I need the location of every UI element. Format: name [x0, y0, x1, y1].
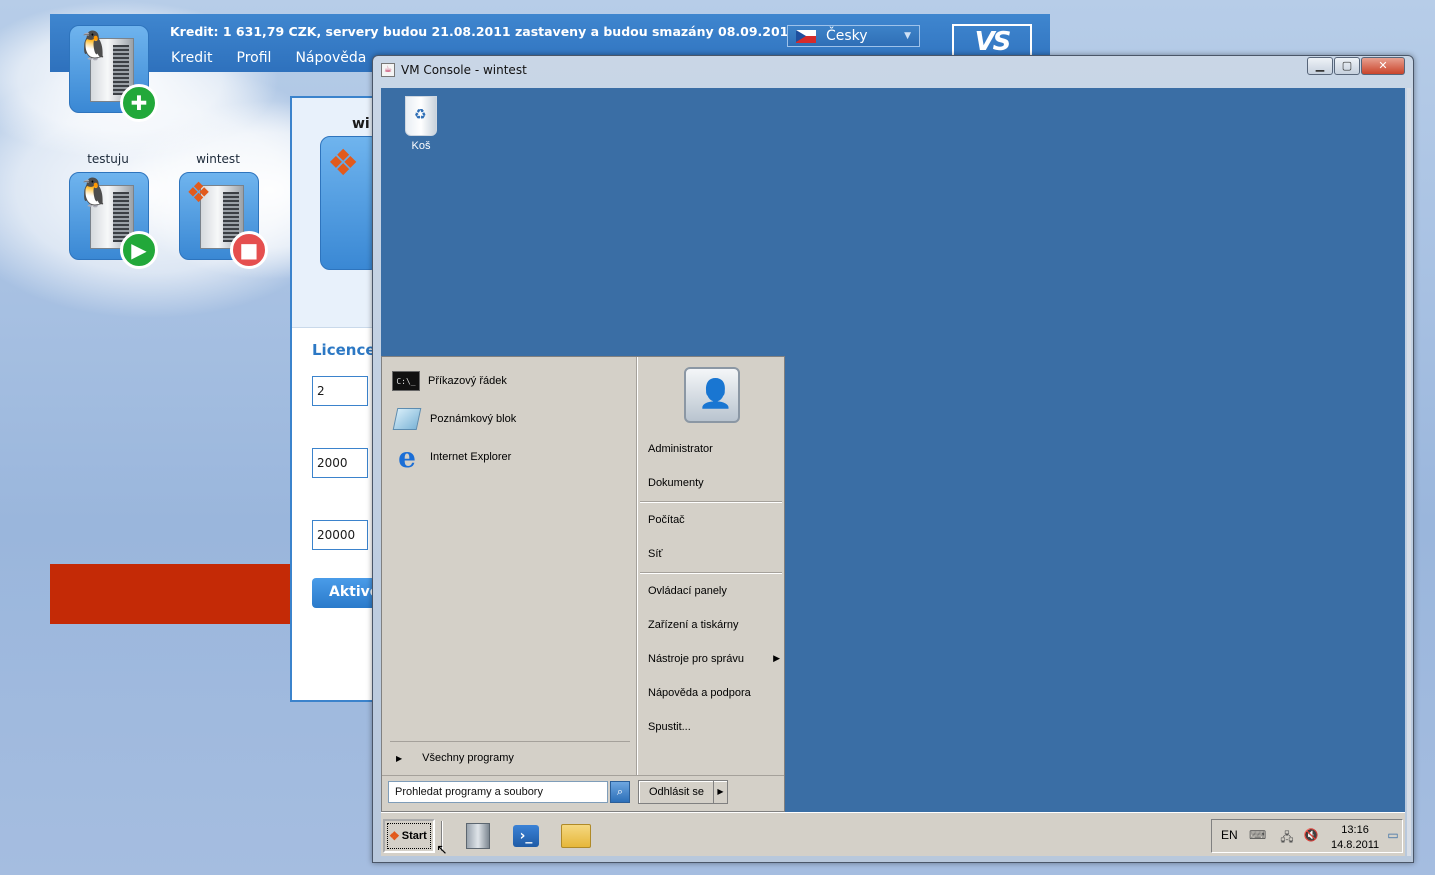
server-detail-panel: wi ❖ Licence 2 2000 20000 Aktivo — [290, 96, 380, 702]
start-item-ie[interactable]: e Internet Explorer — [392, 440, 512, 474]
server-manager-icon — [466, 823, 490, 849]
nav-item-napoveda[interactable]: Nápověda — [295, 50, 366, 66]
panel-title: wi — [352, 116, 370, 132]
show-desktop-icon[interactable]: ▭ — [1385, 828, 1401, 842]
vm-desktop[interactable]: Koš C:\_ Příkazový řádek Poznámkový blok… — [381, 88, 1405, 856]
windows-logo-icon: ❖ — [327, 143, 360, 184]
command-prompt-icon: C:\_ — [392, 371, 420, 391]
search-icon[interactable]: ⌕ — [610, 781, 630, 803]
java-icon: ☕ — [381, 63, 395, 77]
start-menu-footer: Prohledat programy a soubory ⌕ Odhlásit … — [382, 775, 784, 811]
windows-flag-icon: ❖ — [389, 829, 400, 843]
server-label: testuju — [87, 152, 129, 166]
powershell-icon: ›_ — [513, 825, 539, 847]
language-indicator[interactable]: EN — [1221, 828, 1238, 842]
start-item-cmd[interactable]: C:\_ Příkazový řádek — [392, 365, 507, 397]
places-item-admin-tools[interactable]: Nástroje pro správu ▶ — [648, 653, 782, 665]
play-icon[interactable]: ▶ — [120, 231, 158, 269]
credit-text: Kredit: 1 631,79 CZK, servery budou 21.0… — [170, 24, 798, 39]
nav-item-kredit[interactable]: Kredit — [171, 50, 213, 66]
logoff-label: Odhlásit se — [649, 786, 705, 798]
menu-separator — [640, 572, 782, 574]
start-item-label: Příkazový řádek — [428, 375, 507, 387]
linux-penguin-icon: 🐧 — [76, 29, 111, 62]
menu-separator — [640, 501, 782, 503]
vm-console-window: ☕ VM Console - wintest ▁ ▢ ✕ Koš C:\_ Př… — [372, 55, 1414, 863]
clock-time: 13:16 — [1341, 824, 1369, 836]
all-programs-label: Všechny programy — [422, 752, 514, 764]
places-item-documents[interactable]: Dokumenty — [648, 477, 782, 489]
window-title: VM Console - wintest — [401, 63, 527, 77]
places-item-devices-printers[interactable]: Zařízení a tiskárny — [648, 619, 782, 631]
recycle-bin-shortcut[interactable]: Koš — [399, 96, 443, 152]
licence-heading: Licence — [312, 341, 376, 359]
scrollbar[interactable] — [1407, 88, 1411, 856]
plus-icon: ✚ — [120, 84, 158, 122]
credit-status: Kredit: 1 631,79 CZK, servery budou 21.0… — [170, 24, 810, 39]
notepad-icon — [392, 406, 422, 432]
main-nav: Kredit Profil Nápověda — [171, 50, 366, 66]
network-icon[interactable]: 🖧 — [1279, 828, 1295, 844]
clock-date: 14.8.2011 — [1331, 839, 1380, 851]
add-server-button[interactable]: 🐧 ✚ — [69, 25, 158, 122]
start-label: Start — [401, 830, 427, 842]
desktop-icon-label: Koš — [411, 140, 431, 152]
quicklaunch-explorer[interactable] — [561, 823, 591, 849]
start-item-label: Poznámkový blok — [430, 413, 517, 425]
volume-muted-icon[interactable]: 🔇 — [1303, 828, 1319, 842]
stop-icon[interactable]: ■ — [230, 231, 268, 269]
licence-input-1[interactable]: 2 — [312, 376, 368, 406]
all-programs-item[interactable]: ▶ Všechny programy — [390, 741, 630, 764]
licence-input-3[interactable]: 20000 — [312, 520, 368, 550]
start-item-label: Internet Explorer — [430, 451, 512, 463]
taskbar: ❖ Start ›_ EN ⌨ 🖧 🔇 13:16 14.8.2011 ▭ — [381, 812, 1405, 856]
server-tile-large: ❖ — [320, 136, 380, 270]
start-menu-programs: C:\_ Příkazový řádek Poznámkový blok e I… — [382, 357, 636, 775]
start-search-input[interactable]: Prohledat programy a soubory — [388, 781, 608, 803]
recycle-bin-icon — [405, 96, 437, 136]
places-item-computer[interactable]: Počítač — [648, 514, 782, 526]
windows-logo-icon: ❖ — [186, 176, 212, 209]
activate-button[interactable]: Aktivo — [312, 578, 374, 608]
alert-banner — [50, 564, 295, 624]
start-menu: C:\_ Příkazový řádek Poznámkový blok e I… — [381, 356, 785, 812]
places-item-network[interactable]: Síť — [648, 548, 782, 560]
places-item-administrator[interactable]: Administrator — [648, 443, 782, 455]
chevron-down-icon: ▼ — [904, 31, 911, 41]
logoff-button[interactable]: Odhlásit se ▶ — [638, 780, 728, 804]
start-button[interactable]: ❖ Start — [383, 819, 435, 853]
places-item-help[interactable]: Nápověda a podpora — [648, 687, 782, 699]
arrow-right-icon: ▶ — [396, 754, 403, 763]
server-label: wintest — [196, 152, 240, 166]
linux-penguin-icon: 🐧 — [76, 176, 111, 209]
server-tile-wintest[interactable]: ❖ ■ — [179, 172, 268, 269]
minimize-button[interactable]: ▁ — [1307, 57, 1333, 75]
start-menu-places: Administrator Dokumenty Počítač Síť Ovlá… — [638, 357, 784, 775]
user-avatar-icon[interactable] — [684, 367, 740, 423]
places-item-control-panel[interactable]: Ovládací panely — [648, 585, 782, 597]
taskbar-clock[interactable]: 13:16 14.8.2011 — [1331, 823, 1379, 853]
keyboard-icon[interactable]: ⌨ — [1249, 828, 1266, 842]
start-item-notepad[interactable]: Poznámkový blok — [392, 403, 516, 435]
maximize-button[interactable]: ▢ — [1334, 57, 1360, 75]
nav-item-profil[interactable]: Profil — [237, 50, 272, 66]
server-tile-testuju[interactable]: 🐧 ▶ — [69, 172, 158, 269]
quicklaunch-server-manager[interactable] — [463, 823, 493, 849]
folder-icon — [561, 824, 591, 848]
language-label: Česky — [826, 28, 868, 44]
czech-flag-icon — [796, 29, 816, 43]
quicklaunch-powershell[interactable]: ›_ — [511, 823, 541, 849]
places-item-run[interactable]: Spustit... — [648, 721, 782, 733]
arrow-right-icon[interactable]: ▶ — [713, 781, 727, 803]
mouse-cursor-icon: ↖ — [436, 842, 448, 856]
close-button[interactable]: ✕ — [1361, 57, 1405, 75]
panel-header: wi ❖ — [292, 98, 380, 328]
language-select[interactable]: Česky ▼ — [787, 25, 920, 47]
internet-explorer-icon: e — [398, 440, 416, 474]
places-item-label: Nástroje pro správu — [648, 653, 744, 665]
arrow-right-icon: ▶ — [773, 653, 780, 663]
licence-input-2[interactable]: 2000 — [312, 448, 368, 478]
